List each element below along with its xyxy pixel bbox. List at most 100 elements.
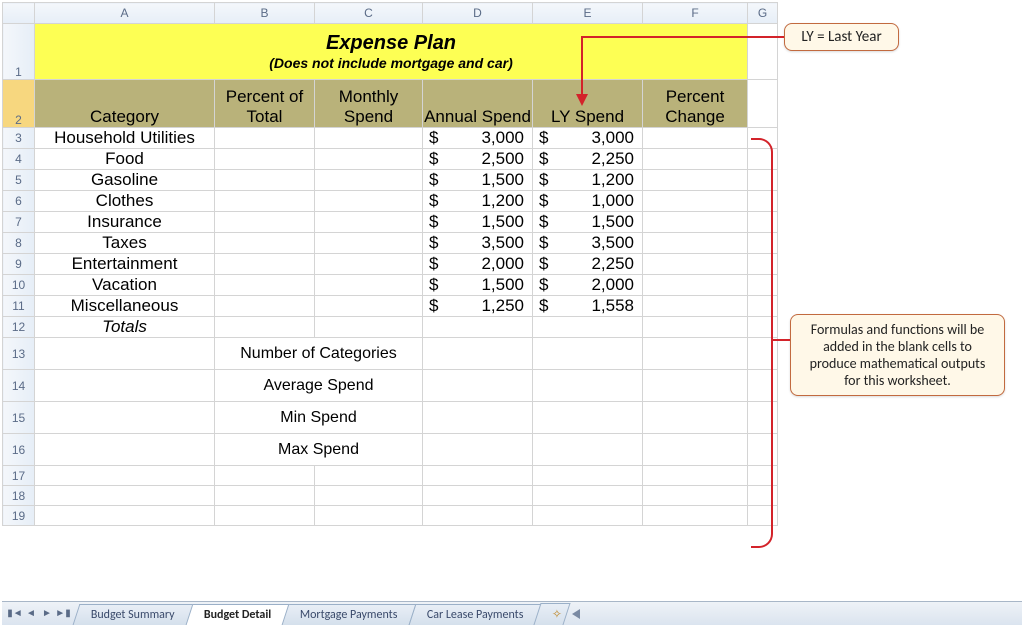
row-header-14[interactable]: 14 — [3, 370, 35, 402]
totals-label[interactable]: Totals — [35, 317, 215, 338]
cell[interactable] — [215, 233, 315, 254]
row-header[interactable]: 3 — [3, 128, 35, 149]
cell-annual-spend[interactable]: $2,000 — [423, 254, 533, 275]
cell[interactable] — [533, 506, 643, 526]
cell[interactable] — [215, 128, 315, 149]
cell[interactable] — [215, 466, 315, 486]
cell-ly-spend[interactable]: $1,200 — [533, 170, 643, 191]
cell[interactable] — [533, 402, 643, 434]
cell-annual-spend[interactable]: $1,500 — [423, 170, 533, 191]
cell[interactable] — [215, 170, 315, 191]
cell-annual-spend[interactable]: $2,500 — [423, 149, 533, 170]
cell[interactable] — [315, 296, 423, 317]
cell[interactable] — [315, 191, 423, 212]
header-monthly-spend[interactable]: Monthly Spend — [315, 80, 423, 128]
row-header-15[interactable]: 15 — [3, 402, 35, 434]
sheet-tab[interactable]: Car Lease Payments — [408, 604, 541, 625]
summary-min-spend[interactable]: Min Spend — [215, 402, 423, 434]
cell[interactable] — [35, 338, 215, 370]
cell-category[interactable]: Vacation — [35, 275, 215, 296]
cell[interactable] — [643, 402, 748, 434]
header-percent-of-total[interactable]: Percent of Total — [215, 80, 315, 128]
cell-category[interactable]: Miscellaneous — [35, 296, 215, 317]
cell[interactable] — [423, 402, 533, 434]
cell-annual-spend[interactable]: $3,000 — [423, 128, 533, 149]
cell[interactable] — [35, 370, 215, 402]
cell[interactable] — [643, 254, 748, 275]
cell[interactable] — [315, 506, 423, 526]
cell-category[interactable]: Entertainment — [35, 254, 215, 275]
cell[interactable] — [533, 317, 643, 338]
cell[interactable] — [643, 506, 748, 526]
cell-ly-spend[interactable]: $1,000 — [533, 191, 643, 212]
cell[interactable] — [423, 486, 533, 506]
cell[interactable] — [643, 149, 748, 170]
row-header[interactable]: 6 — [3, 191, 35, 212]
row-header[interactable]: 10 — [3, 275, 35, 296]
header-percent-change[interactable]: Percent Change — [643, 80, 748, 128]
tab-nav-next-icon[interactable]: ► — [40, 606, 54, 622]
cell[interactable] — [643, 128, 748, 149]
cell[interactable] — [315, 149, 423, 170]
cell-category[interactable]: Gasoline — [35, 170, 215, 191]
cell-category[interactable]: Taxes — [35, 233, 215, 254]
cell[interactable] — [423, 370, 533, 402]
summary-avg-spend[interactable]: Average Spend — [215, 370, 423, 402]
cell[interactable] — [643, 275, 748, 296]
cell[interactable] — [315, 275, 423, 296]
cell[interactable] — [315, 170, 423, 191]
row-header-1[interactable]: 1 — [3, 24, 35, 80]
title-cell[interactable]: Expense Plan (Does not include mortgage … — [35, 24, 748, 80]
sheet-tab[interactable]: Budget Detail — [185, 604, 289, 625]
row-header[interactable]: 17 — [3, 466, 35, 486]
cell-annual-spend[interactable]: $1,500 — [423, 275, 533, 296]
cell[interactable] — [423, 317, 533, 338]
tab-nav-first-icon[interactable]: ▮◄ — [8, 606, 22, 622]
header-category[interactable]: Category — [35, 80, 215, 128]
select-all-corner[interactable] — [3, 3, 35, 24]
cell[interactable] — [215, 149, 315, 170]
row-header[interactable]: 11 — [3, 296, 35, 317]
cell[interactable] — [748, 80, 778, 128]
cell[interactable] — [35, 486, 215, 506]
cell[interactable] — [35, 402, 215, 434]
cell[interactable] — [533, 370, 643, 402]
cell[interactable] — [643, 317, 748, 338]
cell[interactable] — [643, 466, 748, 486]
cell-annual-spend[interactable]: $3,500 — [423, 233, 533, 254]
row-header-12[interactable]: 12 — [3, 317, 35, 338]
sheet-tab[interactable]: Budget Summary — [73, 604, 194, 625]
cell-annual-spend[interactable]: $1,500 — [423, 212, 533, 233]
cell[interactable] — [215, 191, 315, 212]
cell[interactable] — [215, 275, 315, 296]
cell[interactable] — [315, 128, 423, 149]
header-annual-spend[interactable]: Annual Spend — [423, 80, 533, 128]
cell-category[interactable]: Household Utilities — [35, 128, 215, 149]
cell[interactable] — [643, 233, 748, 254]
col-header-F[interactable]: F — [643, 3, 748, 24]
cell-ly-spend[interactable]: $2,250 — [533, 254, 643, 275]
col-header-D[interactable]: D — [423, 3, 533, 24]
cell-annual-spend[interactable]: $1,250 — [423, 296, 533, 317]
cell[interactable] — [315, 212, 423, 233]
cell[interactable] — [423, 466, 533, 486]
cell[interactable] — [423, 338, 533, 370]
tab-nav-last-icon[interactable]: ►▮ — [56, 606, 70, 622]
cell-ly-spend[interactable]: $1,558 — [533, 296, 643, 317]
col-header-G[interactable]: G — [748, 3, 778, 24]
row-header[interactable]: 5 — [3, 170, 35, 191]
col-header-C[interactable]: C — [315, 3, 423, 24]
col-header-E[interactable]: E — [533, 3, 643, 24]
cell[interactable] — [315, 233, 423, 254]
cell[interactable] — [643, 486, 748, 506]
cell-ly-spend[interactable]: $2,000 — [533, 275, 643, 296]
cell[interactable] — [315, 254, 423, 275]
cell-ly-spend[interactable]: $2,250 — [533, 149, 643, 170]
cell[interactable] — [643, 338, 748, 370]
row-header-13[interactable]: 13 — [3, 338, 35, 370]
cell[interactable] — [748, 24, 778, 80]
summary-max-spend[interactable]: Max Spend — [215, 434, 423, 466]
cell[interactable] — [643, 170, 748, 191]
spreadsheet-grid[interactable]: A B C D E F G 1 Expense Plan (Does not i… — [2, 2, 778, 526]
tab-nav-prev-icon[interactable]: ◄ — [24, 606, 38, 622]
